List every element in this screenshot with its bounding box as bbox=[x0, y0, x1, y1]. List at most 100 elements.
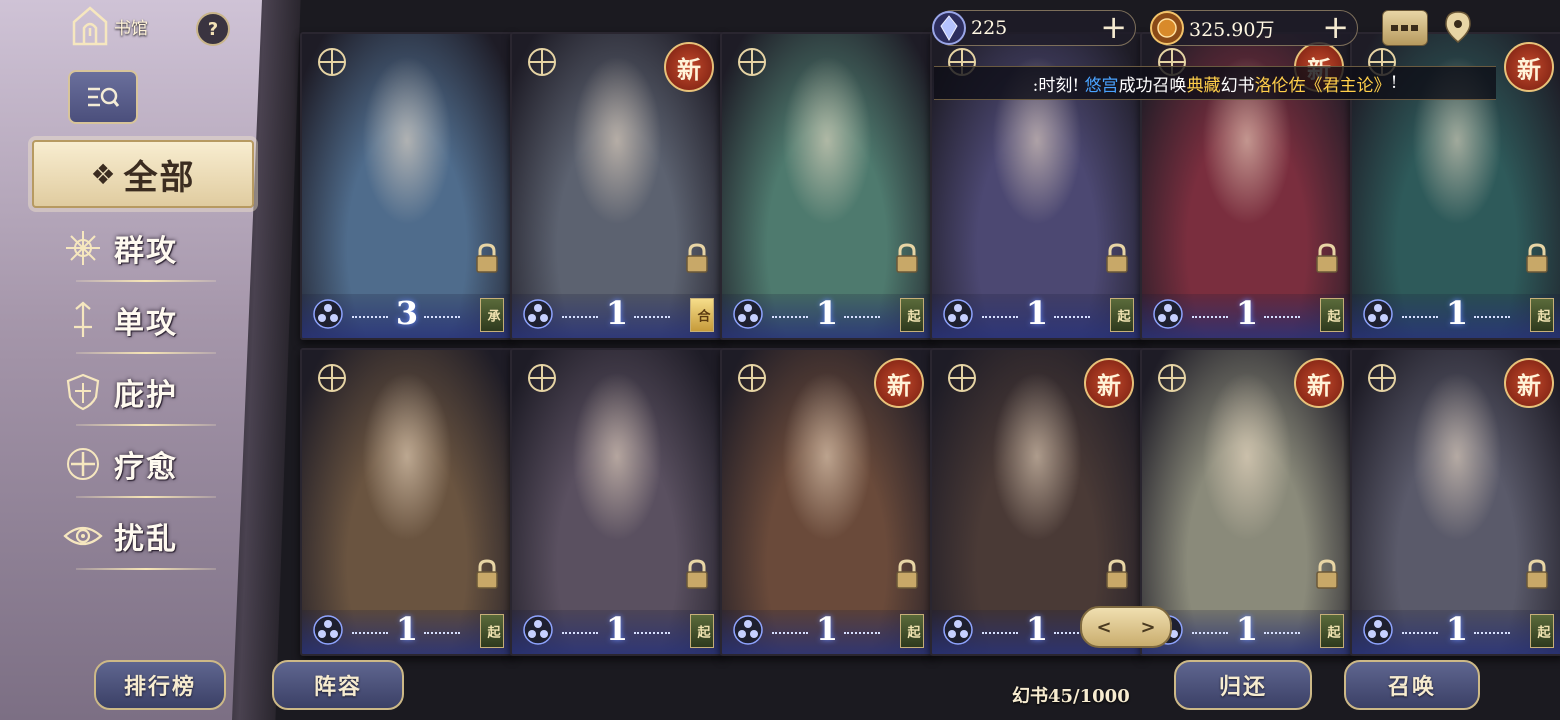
home-label: 书馆 bbox=[114, 18, 148, 39]
announce-player: 悠宫 bbox=[1084, 75, 1119, 96]
library-home-icon bbox=[72, 6, 108, 46]
rank-badge: 起 bbox=[1530, 614, 1554, 648]
divider bbox=[76, 352, 216, 354]
tab-aoe-attack[interactable]: 群攻 bbox=[62, 218, 222, 282]
class-emblem-icon bbox=[948, 364, 976, 392]
crystal-amount: 225 bbox=[971, 17, 1008, 39]
prev-page-button[interactable]: < bbox=[1096, 617, 1111, 638]
book-card[interactable]: 1起 bbox=[510, 348, 724, 656]
lock-icon bbox=[1106, 559, 1128, 589]
divider bbox=[76, 496, 216, 498]
rank-badge: 起 bbox=[900, 298, 924, 332]
new-badge: 新 bbox=[1084, 358, 1134, 408]
book-card[interactable]: 1 起 新 bbox=[1350, 348, 1560, 656]
lock-icon bbox=[476, 559, 498, 589]
eye-icon bbox=[63, 526, 103, 546]
rank-badge: 起 bbox=[1320, 298, 1344, 332]
tab-single-attack[interactable]: 单攻 bbox=[62, 290, 222, 354]
add-coin-button[interactable]: + bbox=[1322, 11, 1349, 43]
announce-prefix: :时刻! bbox=[1032, 75, 1080, 96]
class-emblem-icon bbox=[738, 364, 766, 392]
lock-icon bbox=[1106, 243, 1128, 273]
new-badge: 新 bbox=[1504, 358, 1554, 408]
tab-all[interactable]: ❖ 全部 bbox=[32, 140, 254, 208]
tab-all-label: 全部 bbox=[123, 157, 196, 198]
new-badge: 新 bbox=[1504, 42, 1554, 92]
card-count: 1 bbox=[1445, 294, 1469, 332]
lineup-button[interactable]: 阵容 bbox=[272, 660, 404, 710]
diamond-icon: ❖ bbox=[90, 157, 116, 191]
filter-search-button[interactable] bbox=[68, 70, 138, 124]
rank-badge: 起 bbox=[480, 614, 504, 648]
announce-tier: 典藏 bbox=[1186, 75, 1221, 96]
add-crystal-button[interactable]: + bbox=[1100, 11, 1127, 43]
book-card[interactable]: 1起 bbox=[720, 32, 934, 340]
rank-badge: 起 bbox=[900, 614, 924, 648]
rank-badge: 起 bbox=[690, 614, 714, 648]
tab-disrupt[interactable]: 扰乱 bbox=[62, 506, 222, 570]
summon-announcement: :时刻! 悠宫 成功召唤 典藏 幻书 洛伦佐《君主论》! bbox=[934, 66, 1496, 100]
tab-protect-label: 庇护 bbox=[114, 378, 178, 413]
class-emblem-icon bbox=[738, 48, 766, 76]
class-emblem-icon bbox=[1368, 364, 1396, 392]
rank-badge: 起 bbox=[1320, 614, 1344, 648]
lock-icon bbox=[1526, 559, 1548, 589]
tab-heal-label: 疗愈 bbox=[114, 450, 178, 485]
rank-badge: 承 bbox=[480, 298, 504, 332]
book-card[interactable]: 3承 bbox=[300, 32, 514, 340]
lock-icon bbox=[686, 243, 708, 273]
search-list-icon bbox=[88, 87, 120, 107]
location-button[interactable] bbox=[1440, 10, 1476, 44]
tab-disrupt-label: 扰乱 bbox=[114, 522, 178, 557]
class-emblem-icon bbox=[528, 364, 556, 392]
tab-aoe-label: 群攻 bbox=[114, 234, 178, 269]
divider bbox=[76, 280, 216, 282]
sword-icon bbox=[74, 301, 92, 337]
class-emblem-icon bbox=[1158, 364, 1186, 392]
book-card[interactable]: 1起 bbox=[300, 348, 514, 656]
class-emblem-icon bbox=[528, 48, 556, 76]
rank-badge: 合 bbox=[690, 298, 714, 332]
card-count: 1 bbox=[1445, 610, 1469, 648]
return-button[interactable]: 归还 bbox=[1174, 660, 1312, 710]
coin-currency: 325.90万 + bbox=[1150, 10, 1358, 46]
crystal-currency: 225 + bbox=[932, 10, 1136, 46]
lock-icon bbox=[476, 243, 498, 273]
book-card[interactable]: 1起新 bbox=[1140, 348, 1354, 656]
book-card[interactable]: 1合新 bbox=[510, 32, 724, 340]
rank-badge: 起 bbox=[1530, 298, 1554, 332]
book-card[interactable]: 1起新 bbox=[720, 348, 934, 656]
location-pin-icon bbox=[1445, 11, 1471, 43]
home-button[interactable]: 书馆 bbox=[72, 6, 148, 46]
divider bbox=[76, 424, 216, 426]
more-menu-button[interactable] bbox=[1382, 10, 1428, 46]
tab-protect[interactable]: 庇护 bbox=[62, 362, 222, 426]
class-emblem-icon bbox=[318, 364, 346, 392]
sunburst-icon bbox=[66, 231, 100, 265]
new-badge: 新 bbox=[874, 358, 924, 408]
divider bbox=[76, 568, 216, 570]
announce-noun: 幻书 bbox=[1220, 75, 1255, 96]
tab-heal[interactable]: 疗愈 bbox=[62, 434, 222, 498]
help-button[interactable]: ? bbox=[196, 12, 230, 46]
cross-icon bbox=[67, 448, 99, 480]
next-page-button[interactable]: > bbox=[1140, 617, 1155, 638]
lock-icon bbox=[896, 243, 918, 273]
tab-single-label: 单攻 bbox=[114, 306, 178, 341]
lock-icon bbox=[1316, 243, 1338, 273]
class-emblem-icon bbox=[318, 48, 346, 76]
rank-badge: 起 bbox=[1110, 298, 1134, 332]
announce-book: 洛伦佐《君主论》 bbox=[1254, 75, 1391, 96]
lock-icon bbox=[1526, 243, 1548, 273]
new-badge: 新 bbox=[1294, 358, 1344, 408]
shield-icon bbox=[66, 373, 100, 411]
card-pager: < > bbox=[1080, 606, 1172, 648]
new-badge: 新 bbox=[664, 42, 714, 92]
summon-button[interactable]: 召唤 bbox=[1344, 660, 1480, 710]
more-dots-icon bbox=[1391, 25, 1418, 31]
coin-amount: 325.90万 bbox=[1189, 18, 1275, 41]
lock-icon bbox=[686, 559, 708, 589]
book-counter: 幻书45/1000 bbox=[1012, 686, 1130, 707]
announce-verb: 成功召唤 bbox=[1118, 75, 1187, 96]
ranking-button[interactable]: 排行榜 bbox=[94, 660, 226, 710]
